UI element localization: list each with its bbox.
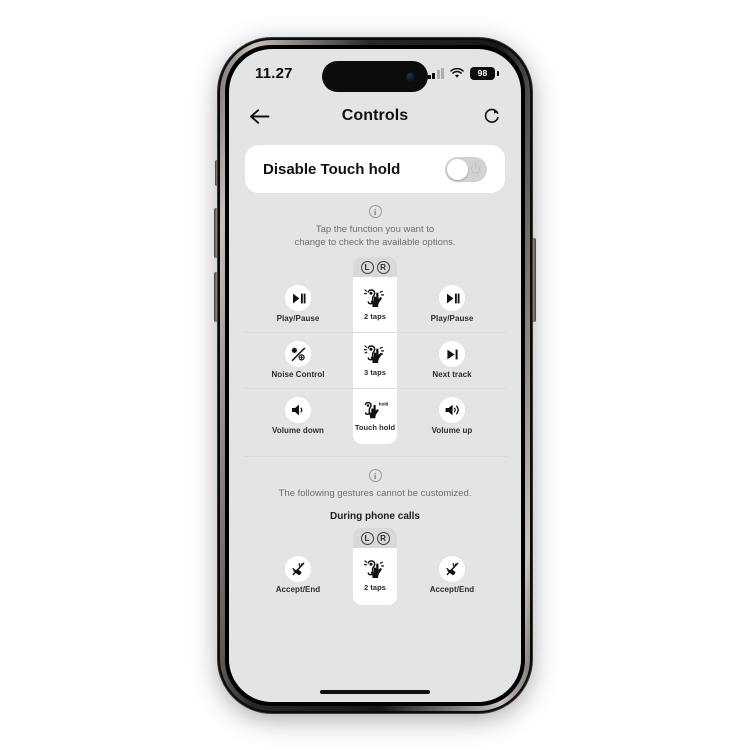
info-hint-top-text: Tap the function you want to change to c…: [253, 223, 497, 249]
earbud-right-icon: R: [376, 531, 390, 545]
earbud-right-icon: R: [376, 260, 390, 274]
gesture-cell-mid-touch-hold[interactable]: hold Touch hold: [353, 388, 397, 444]
gesture-cell-left-noise-control[interactable]: Noise Control: [243, 332, 353, 388]
next-track-icon: [439, 341, 465, 368]
gesture-cell-right-volume-up[interactable]: Volume up: [397, 388, 507, 444]
gesture-row: Noise Control 3 taps Next track: [243, 332, 507, 388]
earbud-left-icon: L: [360, 531, 374, 545]
accept-end-call-icon: [439, 556, 465, 583]
back-arrow-icon: [249, 108, 270, 125]
info-hint-bottom-text: The following gestures cannot be customi…: [278, 488, 472, 500]
gesture-cell-right-play-pause[interactable]: Play/Pause: [397, 276, 507, 332]
info-circle-icon: i: [368, 205, 382, 218]
gesture-cell-left-play-pause[interactable]: Play/Pause: [243, 276, 353, 332]
reset-button[interactable]: [483, 107, 501, 125]
phone-screen: 11.27 98 Controls Disable Touch hold i T…: [229, 49, 521, 702]
gesture-label: Play/Pause: [276, 314, 320, 324]
ear-three-tap-icon: [363, 344, 387, 365]
gesture-cell-left-volume-down[interactable]: Volume down: [243, 388, 353, 444]
battery-icon: 98: [470, 66, 495, 80]
info-hint-top-line1: Tap the function you want to: [315, 224, 435, 235]
calls-cell-mid-2-taps: 2 taps: [353, 547, 397, 603]
volume-down-icon: [285, 397, 311, 424]
gesture-label: Next track: [432, 370, 472, 380]
gesture-label: Touch hold: [354, 422, 396, 432]
back-button[interactable]: [249, 108, 270, 125]
play-pause-icon: [439, 285, 465, 312]
gesture-label: 2 taps: [364, 311, 386, 321]
status-bar-indicators: 98: [427, 66, 495, 80]
calls-cell-right-accept-end: Accept/End: [397, 547, 507, 603]
gesture-label: Accept/End: [429, 585, 475, 595]
gesture-cell-right-next-track[interactable]: Next track: [397, 332, 507, 388]
gesture-label: Volume down: [272, 426, 324, 436]
gesture-row: Play/Pause 2 taps Play/Pause: [243, 276, 507, 332]
info-circle-icon: i: [368, 469, 382, 483]
power-glyph-icon: [471, 164, 480, 174]
battery-percent-label: 98: [477, 68, 488, 78]
gesture-label: Accept/End: [275, 585, 321, 595]
page-title: Controls: [341, 107, 409, 124]
volume-up-icon: [439, 397, 465, 424]
cellular-signal-icon: [427, 67, 444, 79]
gesture-grid-wrapper: L R Play/Pause 2 taps Play/Pause Noise C…: [229, 257, 521, 445]
gesture-label: Play/Pause: [430, 314, 474, 324]
noise-control-icon: [285, 341, 311, 368]
accept-end-call-icon: [285, 556, 311, 583]
during-phone-calls-title: During phone calls: [329, 511, 420, 523]
gesture-cell-mid-2-taps[interactable]: 2 taps: [353, 276, 397, 332]
ear-two-tap-icon: [363, 288, 387, 309]
gesture-label: Noise Control: [271, 370, 325, 380]
home-indicator[interactable]: [320, 690, 430, 694]
touch-hold-icon: hold: [362, 401, 388, 420]
earbud-lr-header-calls: L R: [353, 528, 397, 549]
screenshot-canvas: 11.27 98 Controls Disable Touch hold i T…: [0, 0, 750, 750]
wifi-icon: [450, 67, 464, 79]
earbud-lr-header: L R: [353, 257, 397, 278]
dynamic-island: [322, 61, 428, 92]
earbud-left-icon: L: [360, 260, 374, 274]
gesture-grid: Play/Pause 2 taps Play/Pause Noise Contr…: [243, 257, 507, 444]
reset-refresh-icon: [483, 107, 501, 125]
phone-device-frame: 11.27 98 Controls Disable Touch hold i T…: [218, 38, 532, 713]
info-hint-top: i Tap the function you want to change to…: [229, 193, 521, 249]
ear-two-tap-icon: [363, 559, 387, 580]
info-hint-bottom: i The following gestures cannot be custo…: [229, 457, 521, 500]
gesture-label: Volume up: [431, 426, 473, 436]
gesture-row: Accept/End 2 taps Accept/End: [243, 547, 507, 603]
gesture-label: 2 taps: [364, 582, 386, 592]
gesture-label: 3 taps: [364, 367, 386, 377]
gesture-row: Volume down hold Touch hold Volume up: [243, 388, 507, 444]
navigation-bar: Controls: [229, 93, 521, 139]
info-hint-top-line2: change to check the available options.: [294, 237, 456, 249]
play-pause-icon: [285, 285, 311, 312]
status-bar: 11.27 98: [229, 49, 521, 93]
disable-touch-hold-card[interactable]: Disable Touch hold: [245, 145, 505, 193]
controls-content: Disable Touch hold i Tap the function yo…: [229, 139, 521, 702]
calls-cell-left-accept-end: Accept/End: [243, 547, 353, 603]
calls-grid-wrapper: L R Accept/End 2 taps Accept/End: [229, 528, 521, 606]
status-bar-clock: 11.27: [255, 64, 293, 82]
phone-bezel: 11.27 98 Controls Disable Touch hold i T…: [225, 45, 525, 706]
svg-text:hold: hold: [379, 401, 388, 406]
toggle-knob: [447, 158, 468, 180]
disable-touch-hold-label: Disable Touch hold: [263, 160, 401, 178]
gesture-cell-mid-3-taps[interactable]: 3 taps: [353, 332, 397, 388]
disable-touch-hold-toggle[interactable]: [445, 156, 487, 182]
